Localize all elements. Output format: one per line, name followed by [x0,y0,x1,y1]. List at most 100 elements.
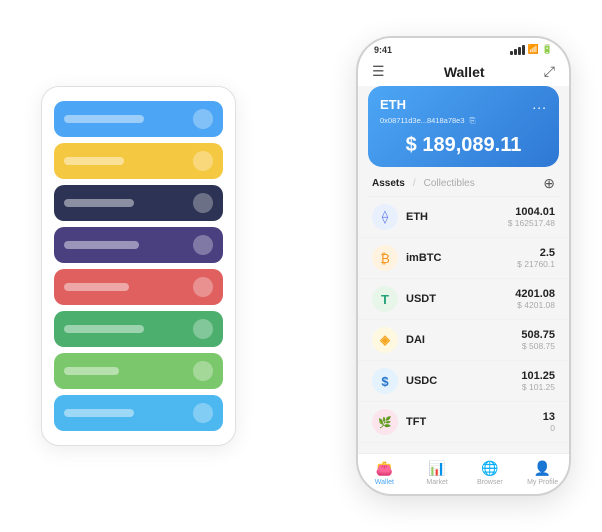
expand-icon[interactable]: ⤢ [544,63,555,80]
wifi-icon: 📶 [528,44,539,55]
usdt-usd: $ 4201.08 [515,300,555,310]
card-label [64,325,144,333]
card-icon [193,151,213,171]
phone-header: ☰ Wallet ⤢ [358,59,569,86]
assets-header: Assets / Collectibles ⊕ [358,167,569,196]
asset-item-eth[interactable]: ⟠ ETH 1004.01 $ 162517.48 [358,197,569,238]
usdt-name: USDT [406,293,515,305]
asset-item-dai[interactable]: ◈ DAI 508.75 $ 508.75 [358,320,569,361]
card-stack [41,86,236,446]
page-title: Wallet [444,64,485,80]
asset-item-imbtc[interactable]: ₿ imBTC 2.5 $ 21760.1 [358,238,569,279]
profile-nav-icon: 👤 [534,460,551,477]
asset-list: ⟠ ETH 1004.01 $ 162517.48 ₿ imBTC 2.5 $ … [358,197,569,453]
card-icon [193,277,213,297]
card-label [64,367,119,375]
tft-name: TFT [406,416,543,428]
asset-item-tft[interactable]: 🌿 TFT 13 0 [358,402,569,443]
list-item[interactable] [54,185,223,221]
card-icon [193,193,213,213]
bottom-nav: 👛 Wallet 📊 Market 🌐 Browser 👤 My Profile [358,453,569,494]
battery-icon: 🔋 [542,44,553,55]
market-nav-icon: 📊 [428,460,445,477]
eth-icon: ⟠ [372,204,398,230]
eth-name: ETH [406,211,508,223]
card-icon [193,109,213,129]
profile-nav-label: My Profile [527,479,558,486]
card-label [64,115,144,123]
card-icon [193,235,213,255]
tft-amount: 13 [543,411,555,423]
card-icon [193,361,213,381]
list-item[interactable] [54,395,223,431]
tab-assets[interactable]: Assets [372,178,405,189]
imbtc-usd: $ 21760.1 [517,259,555,269]
dai-icon: ◈ [372,327,398,353]
copy-icon[interactable]: ⎘ [470,116,476,125]
wallet-nav-icon: 👛 [376,460,393,477]
dai-name: DAI [406,334,521,346]
dai-usd: $ 508.75 [521,341,555,351]
card-label [64,409,134,417]
eth-card-address: 0x08711d3e...8418a78e3 ⎘ [380,116,547,126]
eth-card-title: ETH [380,97,406,112]
card-label [64,283,129,291]
wallet-nav-label: Wallet [375,479,394,486]
nav-market[interactable]: 📊 Market [411,460,464,486]
eth-card[interactable]: ETH ... 0x08711d3e...8418a78e3 ⎘ $ 189,0… [368,86,559,167]
scene: 9:41 📶 🔋 ☰ Wallet ⤢ ETH ... [21,16,581,516]
usdt-icon: T [372,286,398,312]
eth-card-amount: $ 189,089.11 [380,134,547,157]
usdc-icon: $ [372,368,398,394]
tft-usd: 0 [543,423,555,433]
usdt-values: 4201.08 $ 4201.08 [515,288,555,310]
tft-icon: 🌿 [372,409,398,435]
status-icons: 📶 🔋 [510,44,553,55]
asset-item-usdc[interactable]: $ USDC 101.25 $ 101.25 [358,361,569,402]
status-time: 9:41 [374,45,392,55]
market-nav-label: Market [426,479,447,486]
list-item[interactable] [54,143,223,179]
card-icon [193,403,213,423]
imbtc-amount: 2.5 [517,247,555,259]
eth-amount: 1004.01 [508,206,555,218]
asset-item-usdt[interactable]: T USDT 4201.08 $ 4201.08 [358,279,569,320]
tft-values: 13 0 [543,411,555,433]
signal-icon [510,45,525,55]
card-label [64,241,139,249]
dai-amount: 508.75 [521,329,555,341]
dai-values: 508.75 $ 508.75 [521,329,555,351]
usdc-usd: $ 101.25 [521,382,555,392]
usdc-amount: 101.25 [521,370,555,382]
eth-usd: $ 162517.48 [508,218,555,228]
imbtc-values: 2.5 $ 21760.1 [517,247,555,269]
card-label [64,157,124,165]
usdc-values: 101.25 $ 101.25 [521,370,555,392]
nav-wallet[interactable]: 👛 Wallet [358,460,411,486]
list-item[interactable] [54,101,223,137]
status-bar: 9:41 📶 🔋 [358,38,569,59]
list-item[interactable] [54,227,223,263]
browser-nav-label: Browser [477,479,503,486]
tab-collectibles[interactable]: Collectibles [424,178,475,189]
nav-browser[interactable]: 🌐 Browser [464,460,517,486]
phone-mockup: 9:41 📶 🔋 ☰ Wallet ⤢ ETH ... [356,36,571,496]
menu-icon[interactable]: ☰ [372,63,385,80]
usdc-name: USDC [406,375,521,387]
list-item[interactable] [54,311,223,347]
add-asset-button[interactable]: ⊕ [543,175,555,192]
eth-card-menu[interactable]: ... [532,96,547,112]
list-item[interactable] [54,269,223,305]
imbtc-name: imBTC [406,252,517,264]
tab-separator: / [413,178,416,189]
browser-nav-icon: 🌐 [481,460,498,477]
eth-values: 1004.01 $ 162517.48 [508,206,555,228]
list-item[interactable] [54,353,223,389]
usdt-amount: 4201.08 [515,288,555,300]
imbtc-icon: ₿ [372,245,398,271]
nav-profile[interactable]: 👤 My Profile [516,460,569,486]
eth-card-header: ETH ... [380,96,547,112]
card-label [64,199,134,207]
card-icon [193,319,213,339]
assets-tabs: Assets / Collectibles [372,178,475,189]
